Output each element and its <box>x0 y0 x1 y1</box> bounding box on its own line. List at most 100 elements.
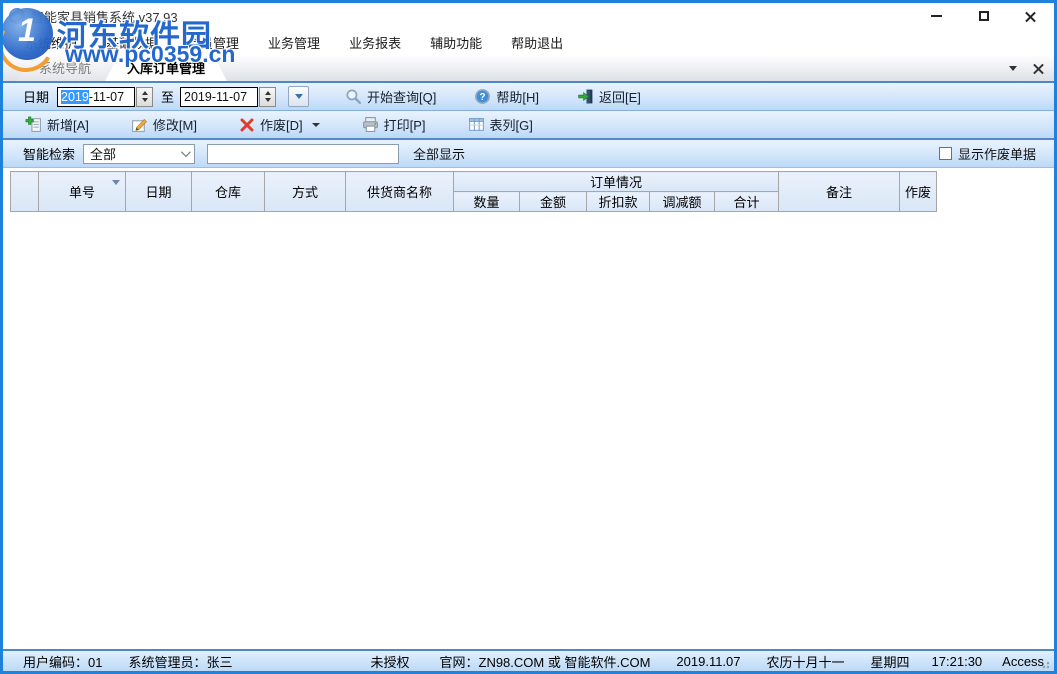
date-from-spinner[interactable] <box>136 87 153 107</box>
menu-item-aux[interactable]: 辅助功能 <box>420 29 492 56</box>
void-button-label: 作废[D] <box>260 115 303 134</box>
column-filter-caret-icon[interactable] <box>112 180 120 185</box>
menu-item-help-exit[interactable]: 帮助退出 <box>501 29 573 56</box>
search-field-value: 全部 <box>90 144 116 163</box>
new-record-icon <box>25 116 42 133</box>
show-void-label: 显示作废单据 <box>958 144 1036 163</box>
col-header-discount[interactable]: 折扣款 <box>587 192 650 212</box>
date-from-selected-text: 2019 <box>61 90 89 104</box>
new-button-label: 新增[A] <box>47 115 89 134</box>
combo-chevron-icon <box>181 147 191 157</box>
orders-table: 单号 日期 仓库 方式 供货商名称 订单情况 备注 作废 数量 金额 折扣款 调… <box>10 171 937 212</box>
table-columns-icon <box>468 116 485 133</box>
show-all-label: 全部显示 <box>413 144 465 163</box>
col-header-qty[interactable]: 数量 <box>454 192 520 212</box>
date-to-label: 至 <box>161 87 174 106</box>
status-license: 未授权 <box>370 652 409 671</box>
status-database: Access <box>1002 654 1044 669</box>
status-admin: 系统管理员：张三 <box>128 652 232 671</box>
tab-close-icon[interactable] <box>1033 63 1044 74</box>
help-icon: ? <box>474 88 491 105</box>
menu-bar: 系统维护 基础数据 会员管理 业务管理 业务报表 辅助功能 帮助退出 <box>3 29 1054 56</box>
tab-strip: 系统导航 入库订单管理 <box>3 56 1054 81</box>
status-user-code: 用户编码：01 <box>23 652 102 671</box>
col-header-amount[interactable]: 金额 <box>520 192 587 212</box>
tab-system-nav[interactable]: 系统导航 <box>17 58 113 81</box>
edit-button-label: 修改[M] <box>153 115 197 134</box>
orders-table-area: 单号 日期 仓库 方式 供货商名称 订单情况 备注 作废 数量 金额 折扣款 调… <box>3 168 1054 649</box>
minimize-button[interactable] <box>913 3 960 29</box>
void-x-icon <box>239 117 255 133</box>
col-header-adjust[interactable]: 调减额 <box>650 192 715 212</box>
title-bar: 智能家具销售系统 v37.93 <box>3 3 1054 29</box>
menu-item-basic-data[interactable]: 基础数据 <box>96 29 168 56</box>
status-time: 17:21:30 <box>932 654 983 669</box>
maximize-button[interactable] <box>960 3 1007 29</box>
spin-down-icon <box>142 98 148 102</box>
minimize-icon <box>931 15 942 17</box>
edit-button[interactable]: 修改[M] <box>125 112 203 137</box>
search-field-select[interactable]: 全部 <box>83 144 195 164</box>
col-header-void[interactable]: 作废 <box>900 172 937 212</box>
date-preset-dropdown-button[interactable] <box>288 86 309 107</box>
menu-item-business[interactable]: 业务管理 <box>258 29 330 56</box>
spin-down-icon <box>265 98 271 102</box>
spin-up-icon <box>142 91 148 95</box>
actions-toolbar: 新增[A] 修改[M] 作废[D] 打印[P] <box>3 111 1054 140</box>
help-button[interactable]: ? 帮助[H] <box>468 84 545 109</box>
col-header-total[interactable]: 合计 <box>715 192 779 212</box>
svg-text:?: ? <box>480 92 486 103</box>
window-controls <box>913 3 1054 29</box>
search-input[interactable] <box>207 144 399 164</box>
caret-down-icon <box>295 94 303 99</box>
tab-inbound-order-mgmt[interactable]: 入库订单管理 <box>105 58 227 81</box>
spin-up-icon <box>265 91 271 95</box>
date-to-input[interactable]: 2019-11-07 <box>180 87 258 107</box>
tab-strip-tools <box>1009 56 1044 81</box>
close-button[interactable] <box>1007 3 1054 29</box>
date-to-text: 2019-11-07 <box>184 90 247 104</box>
col-header-warehouse[interactable]: 仓库 <box>192 172 265 212</box>
close-icon <box>1024 10 1037 23</box>
status-weekday: 星期四 <box>871 652 910 671</box>
show-void-checkbox[interactable] <box>939 147 952 160</box>
new-button[interactable]: 新增[A] <box>19 112 95 137</box>
date-from-input[interactable]: 2019-11-07 <box>57 87 135 107</box>
window-title: 智能家具销售系统 v37.93 <box>31 7 178 26</box>
columns-button[interactable]: 表列[G] <box>462 112 539 137</box>
date-from-group: 2019-11-07 <box>57 87 153 107</box>
columns-button-label: 表列[G] <box>490 115 533 134</box>
void-button[interactable]: 作废[D] <box>233 112 326 137</box>
col-header-order-no-label: 单号 <box>69 185 95 200</box>
menu-item-system[interactable]: 系统维护 <box>15 29 87 56</box>
col-header-remark[interactable]: 备注 <box>779 172 900 212</box>
date-toolbar: 日期 2019-11-07 至 2019-11-07 开始查询[Q] ? <box>3 83 1054 111</box>
resize-grip[interactable] <box>1042 659 1052 669</box>
col-header-order-no[interactable]: 单号 <box>39 172 126 212</box>
col-header-date[interactable]: 日期 <box>126 172 192 212</box>
menu-item-members[interactable]: 会员管理 <box>177 29 249 56</box>
status-bar: 用户编码：01 系统管理员：张三 未授权 官网：ZN98.COM 或 智能软件.… <box>3 649 1054 671</box>
back-button-label: 返回[E] <box>599 87 641 106</box>
smart-search-label: 智能检索 <box>23 144 75 163</box>
show-void-group: 显示作废单据 <box>939 144 1036 163</box>
back-button[interactable]: 返回[E] <box>571 84 647 109</box>
date-to-spinner[interactable] <box>259 87 276 107</box>
col-header-method[interactable]: 方式 <box>265 172 346 212</box>
date-label: 日期 <box>23 87 49 106</box>
status-date: 2019.11.07 <box>676 654 740 669</box>
query-button-label: 开始查询[Q] <box>367 87 436 106</box>
print-button[interactable]: 打印[P] <box>356 112 432 137</box>
date-to-group: 2019-11-07 <box>180 87 276 107</box>
void-dropdown-caret-icon[interactable] <box>312 123 320 127</box>
col-group-order-status: 订单情况 <box>454 172 779 192</box>
status-website: 官网：ZN98.COM 或 智能软件.COM <box>440 652 651 671</box>
exit-door-icon <box>577 88 594 105</box>
help-button-label: 帮助[H] <box>496 87 539 106</box>
col-header-supplier[interactable]: 供货商名称 <box>346 172 454 212</box>
col-header-indicator <box>11 172 39 212</box>
tab-list-dropdown-icon[interactable] <box>1009 66 1017 71</box>
menu-item-reports[interactable]: 业务报表 <box>339 29 411 56</box>
status-lunar-date: 农历十月十一 <box>767 652 845 671</box>
query-button[interactable]: 开始查询[Q] <box>339 84 442 109</box>
